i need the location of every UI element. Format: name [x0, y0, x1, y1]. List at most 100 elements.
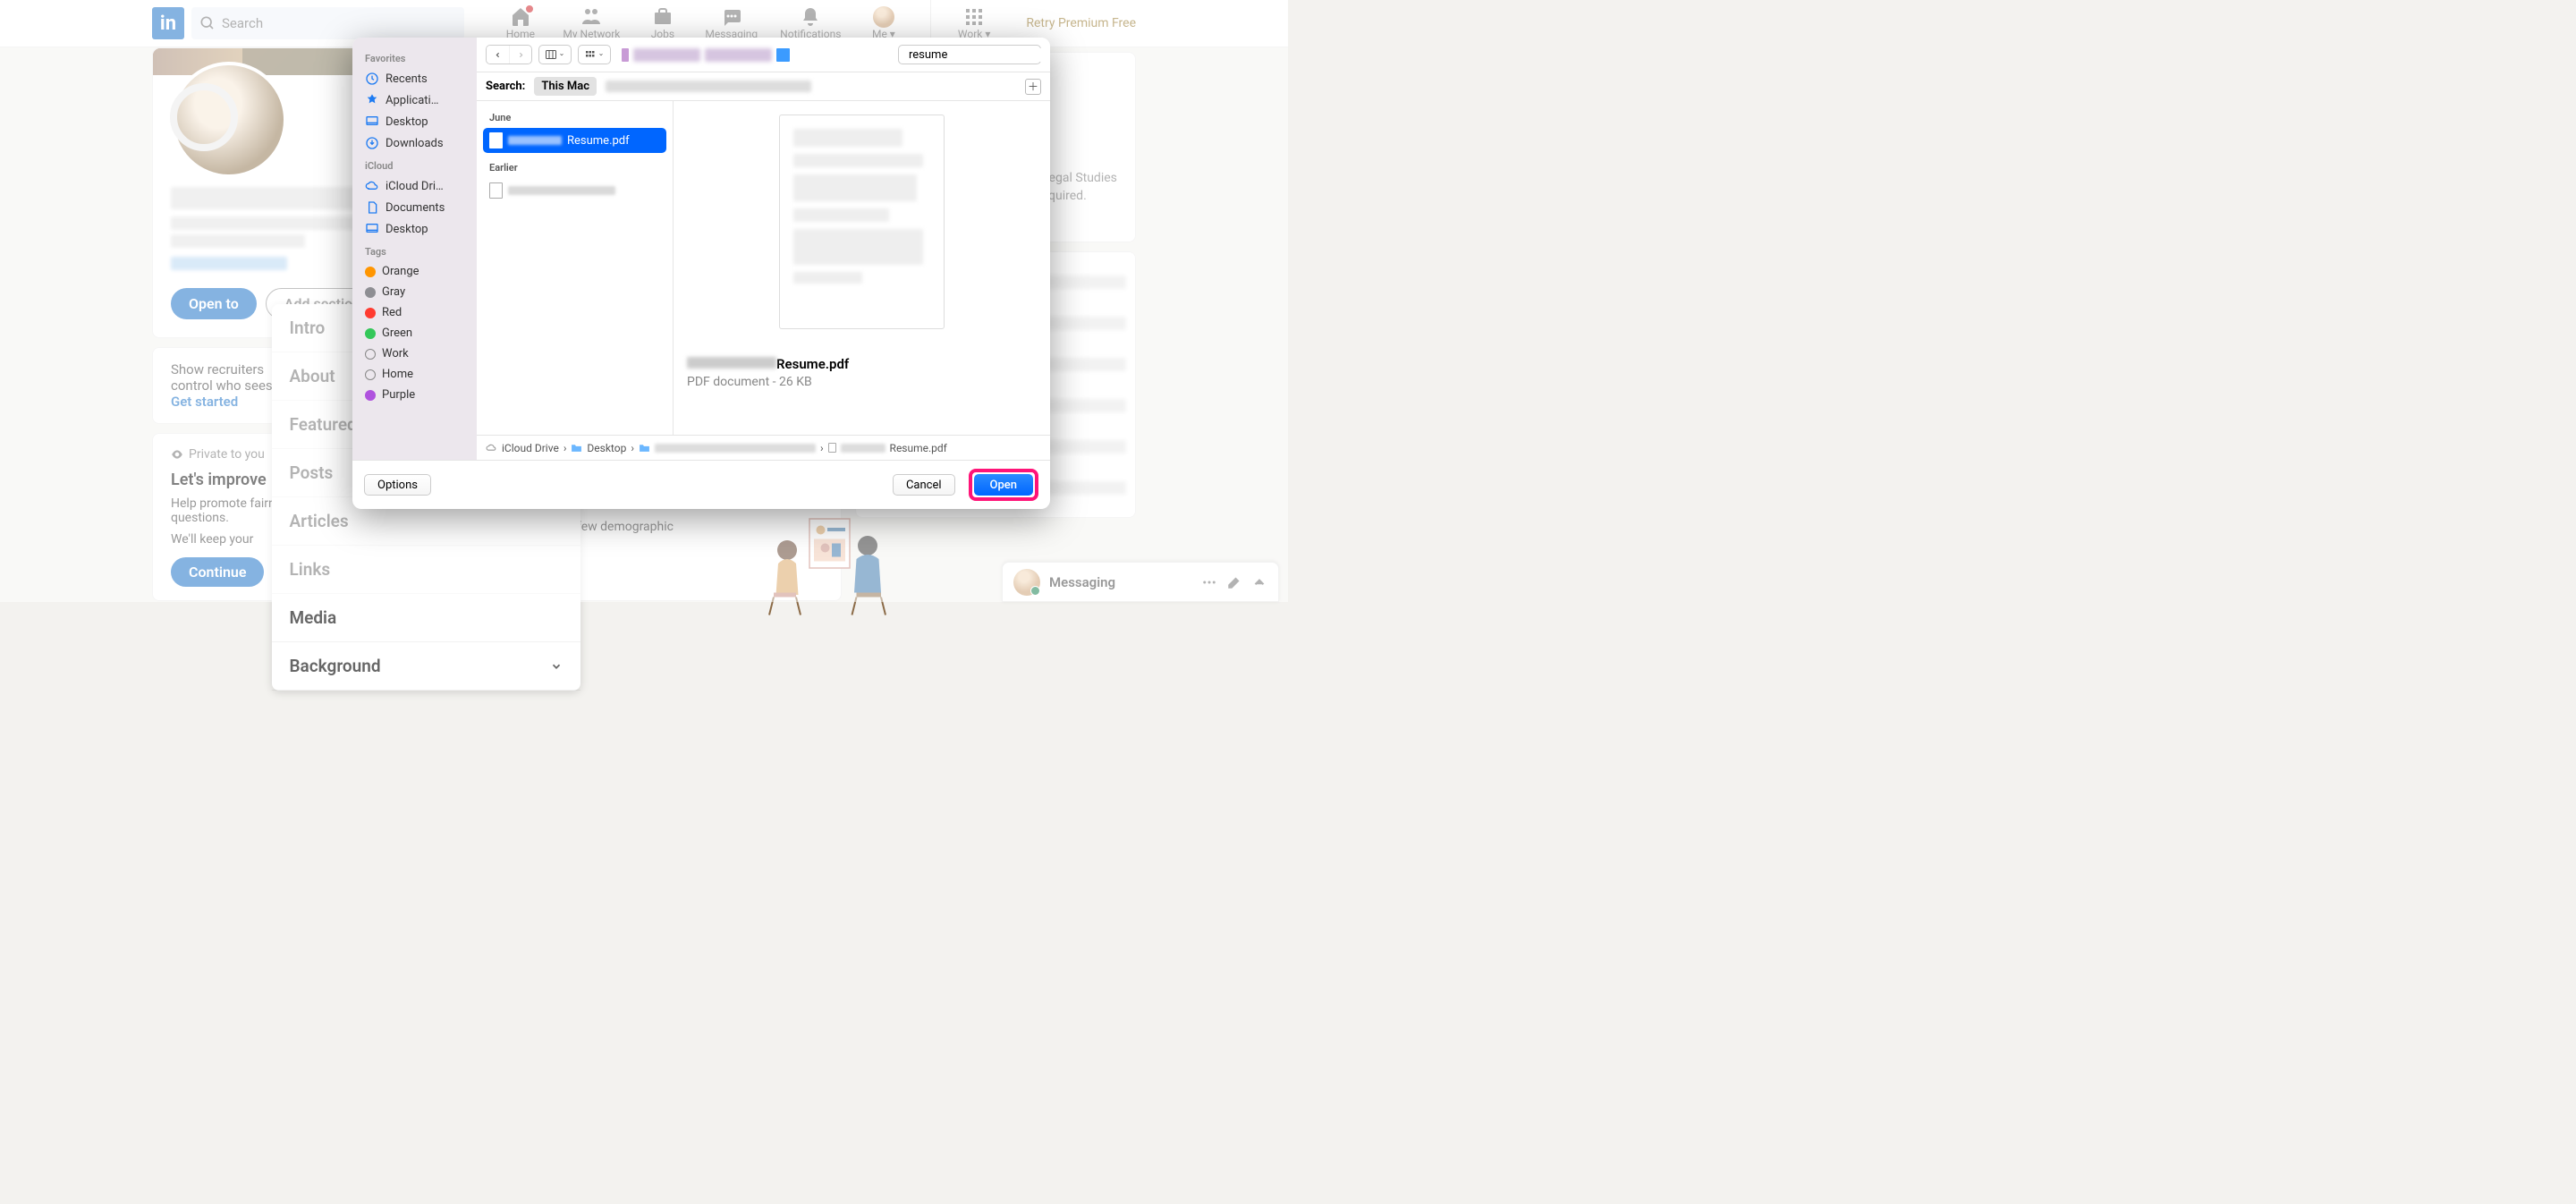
- jobs-icon: [652, 6, 674, 28]
- folder-icon: [571, 443, 582, 453]
- scope-location[interactable]: [606, 81, 811, 92]
- cloud-icon: [486, 443, 497, 453]
- file-open-dialog: Favorites Recents Applicati… Desktop Dow…: [352, 38, 1050, 509]
- preview-thumbnail: [779, 114, 945, 329]
- nav-home[interactable]: Home: [500, 6, 540, 40]
- file-icon: [828, 443, 836, 453]
- file-icon: [489, 132, 503, 148]
- sidebar-applications[interactable]: Applicati…: [352, 89, 477, 111]
- open-to-button[interactable]: Open to: [171, 288, 257, 319]
- network-icon: [580, 6, 602, 28]
- dropdown-item-background[interactable]: Background: [272, 642, 580, 691]
- nav-me[interactable]: Me ▾: [863, 6, 903, 40]
- file-row[interactable]: [483, 178, 666, 203]
- group-button[interactable]: [578, 45, 611, 64]
- sidebar-recents[interactable]: Recents: [352, 68, 477, 89]
- premium-link[interactable]: Retry Premium Free: [1026, 15, 1136, 31]
- open-button[interactable]: Open: [974, 474, 1033, 496]
- tag-green[interactable]: Green: [352, 323, 477, 343]
- path-filename[interactable]: Resume.pdf: [890, 442, 947, 454]
- chevron-up-icon[interactable]: [1251, 574, 1267, 590]
- tag-red[interactable]: Red: [352, 302, 477, 323]
- document-icon: [365, 200, 379, 215]
- desktop-icon: [365, 222, 379, 236]
- columns-icon: [546, 50, 556, 59]
- search-placeholder: Search: [222, 15, 263, 31]
- file-dialog-toolbar: ✕: [477, 38, 1050, 72]
- nav-work[interactable]: Work ▾: [958, 6, 990, 40]
- tag-work[interactable]: Work: [352, 343, 477, 364]
- search-input[interactable]: [909, 48, 1050, 62]
- file-icon: [489, 182, 503, 199]
- scope-this-mac[interactable]: This Mac: [534, 77, 597, 96]
- chevron-left-icon: [494, 51, 502, 59]
- path-icloud[interactable]: iCloud Drive: [502, 442, 559, 454]
- path-desktop[interactable]: Desktop: [587, 442, 626, 454]
- chevron-right-icon: [517, 51, 525, 59]
- more-icon[interactable]: [1201, 574, 1217, 590]
- sidebar-documents[interactable]: Documents: [352, 197, 477, 218]
- tag-orange[interactable]: Orange: [352, 261, 477, 282]
- chevron-down-icon: [598, 52, 604, 57]
- sidebar-downloads[interactable]: Downloads: [352, 132, 477, 154]
- forward-button[interactable]: [509, 46, 531, 64]
- desktop-icon: [365, 114, 379, 129]
- back-button[interactable]: [487, 46, 509, 64]
- clock-icon: [365, 72, 379, 86]
- file-dialog-sidebar: Favorites Recents Applicati… Desktop Dow…: [352, 38, 477, 460]
- search-bar[interactable]: Search: [191, 7, 464, 39]
- location-breadcrumb[interactable]: [617, 48, 892, 62]
- file-dialog-footer: Options Cancel Open: [352, 460, 1050, 509]
- path-folder[interactable]: [655, 444, 816, 453]
- add-search-criteria-button[interactable]: ＋: [1025, 79, 1041, 95]
- icloud-label: iCloud: [352, 154, 477, 175]
- file-list: June Resume.pdf Earlier: [477, 101, 674, 435]
- open-button-highlight: Open: [969, 469, 1038, 501]
- dropdown-item-media[interactable]: Media: [272, 594, 580, 642]
- continue-button[interactable]: Continue: [171, 557, 264, 587]
- search-label: Search:: [486, 80, 525, 93]
- profile-avatar[interactable]: [171, 62, 287, 178]
- path-bar: iCloud Drive › Desktop › › Resume.pdf: [477, 435, 1050, 460]
- search-scope-bar: Search: This Mac ＋: [477, 72, 1050, 101]
- tag-purple[interactable]: Purple: [352, 385, 477, 405]
- dropdown-item-links[interactable]: Links: [272, 546, 580, 594]
- chevron-down-icon: [550, 660, 563, 673]
- tags-label: Tags: [352, 240, 477, 261]
- messaging-bar[interactable]: Messaging: [1002, 562, 1279, 602]
- cloud-icon: [365, 179, 379, 193]
- bell-icon: [800, 6, 821, 28]
- nav-jobs[interactable]: Jobs: [642, 6, 682, 40]
- illustration: [760, 505, 894, 622]
- download-icon: [365, 136, 379, 150]
- avatar: [873, 6, 894, 28]
- options-button[interactable]: Options: [364, 474, 431, 496]
- search-icon: [200, 16, 215, 30]
- messaging-icon: [721, 6, 742, 28]
- chevron-down-icon: [559, 52, 564, 57]
- tag-home[interactable]: Home: [352, 364, 477, 385]
- nav-arrows: [486, 45, 532, 64]
- nav-notifications[interactable]: Notifications: [780, 6, 841, 40]
- compose-icon[interactable]: [1226, 574, 1242, 590]
- nav-network[interactable]: My Network: [563, 6, 620, 40]
- demographic-text: few demographic: [577, 520, 674, 534]
- view-mode-button[interactable]: [538, 45, 572, 64]
- grid-icon: [585, 50, 596, 59]
- sidebar-desktop-icloud[interactable]: Desktop: [352, 218, 477, 240]
- sidebar-icloud-drive[interactable]: iCloud Dri…: [352, 175, 477, 197]
- app-icon: [365, 93, 379, 107]
- preview-filename: Resume.pdf: [687, 356, 849, 372]
- tag-gray[interactable]: Gray: [352, 282, 477, 302]
- file-row-selected[interactable]: Resume.pdf: [483, 128, 666, 153]
- linkedin-logo[interactable]: in: [152, 7, 184, 39]
- file-preview: Resume.pdf PDF document - 26 KB: [674, 101, 1050, 435]
- cancel-button[interactable]: Cancel: [893, 474, 955, 496]
- date-group-june: June: [483, 107, 666, 128]
- eye-icon: [171, 448, 183, 461]
- nav-messaging[interactable]: Messaging: [705, 6, 758, 40]
- sidebar-desktop[interactable]: Desktop: [352, 111, 477, 132]
- messaging-title: Messaging: [1049, 574, 1192, 590]
- file-search[interactable]: ✕: [898, 45, 1041, 64]
- favorites-label: Favorites: [352, 47, 477, 68]
